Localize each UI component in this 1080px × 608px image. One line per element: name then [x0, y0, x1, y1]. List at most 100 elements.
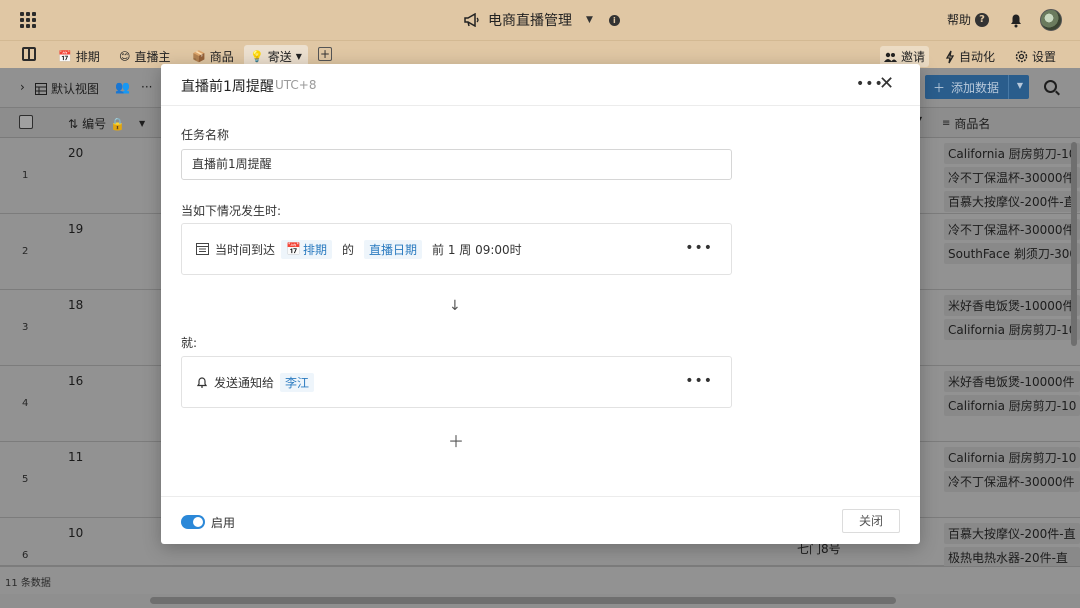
select-all-checkbox[interactable] [19, 115, 33, 129]
product-cell[interactable]: California 厨房剪刀-10 冷不丁保温杯-30000件 百慕大按摩仪-… [944, 143, 1080, 212]
product-chip: 百慕大按摩仪-200件-直 [944, 191, 1080, 212]
app-title-area[interactable]: 电商直播管理 ▼ i [464, 10, 620, 30]
row-index: 5 [22, 474, 29, 485]
more-options-icon[interactable]: ••• [685, 240, 713, 256]
top-bar: 电商直播管理 ▼ i 帮助 ? [0, 0, 1080, 40]
horizontal-scrollbar[interactable] [150, 597, 896, 604]
settings-label: 设置 [1031, 50, 1056, 64]
row-index: 6 [22, 550, 29, 561]
product-chip: California 厨房剪刀-10 [944, 143, 1080, 164]
product-cell[interactable]: 百慕大按摩仪-200件-直 极热电热水器-20件-直 [944, 523, 1080, 568]
product-chip: 米好香电饭煲-10000件 [944, 295, 1080, 316]
trigger-table-pill[interactable]: 📅 排期 [281, 239, 332, 259]
automation-dialog: 直播前1周提醒 UTC+8 ••• ✕ 任务名称 直播前1周提醒 当如下情况发生… [161, 64, 920, 544]
user-avatar[interactable] [1040, 9, 1062, 31]
apps-grid-icon[interactable] [20, 12, 36, 28]
close-button[interactable]: 关闭 [842, 509, 900, 533]
view-selector[interactable]: 默认视图 [35, 80, 99, 97]
add-data-button[interactable]: ＋ 添加数据 ▼ [925, 75, 1029, 99]
enable-toggle[interactable] [181, 515, 205, 529]
product-chip: 百慕大按摩仪-200件-直 [944, 523, 1080, 544]
product-cell[interactable]: California 厨房剪刀-10 冷不丁保温杯-30000件 [944, 447, 1080, 492]
dialog-title: 直播前1周提醒 [181, 79, 274, 95]
column-header-number[interactable]: ⇅ 编号 🔒 ▼ [68, 115, 145, 132]
collaborators-icon[interactable]: 👥 [115, 80, 130, 94]
dialog-footer: 启用 关闭 [161, 496, 920, 544]
row-number: 19 [68, 222, 84, 236]
sidebar-toggle-icon[interactable] [22, 47, 36, 61]
megaphone-icon [464, 13, 479, 27]
trigger-card[interactable]: 当时间到达 📅 排期 的 直播日期 前 1 周 09:00时 ••• [181, 223, 732, 275]
chevron-down-icon[interactable]: ▼ [586, 15, 593, 25]
column-label: 商品名 [954, 117, 991, 131]
dialog-header: 直播前1周提醒 UTC+8 ••• ✕ [161, 64, 920, 106]
row-index: 4 [22, 398, 29, 409]
product-chip: SouthFace 剃须刀-300 [944, 243, 1080, 264]
add-tab-button[interactable]: + [318, 47, 332, 61]
tab-label: 商品 [209, 49, 234, 64]
tab-label: 排期 [75, 49, 100, 64]
lock-icon: 🔒 [110, 116, 126, 131]
row-number: 11 [68, 450, 84, 464]
close-icon[interactable]: ✕ [879, 73, 894, 94]
calendar-icon: 📅 [58, 49, 72, 63]
arrow-down-icon: ↓ [449, 298, 461, 314]
action-card[interactable]: 发送通知给 李江 ••• [181, 356, 732, 408]
product-chip: 冷不丁保温杯-30000件 [944, 167, 1080, 188]
column-header-product[interactable]: ≡ 商品名 [942, 115, 990, 132]
add-data-label: 添加数据 [951, 80, 1000, 95]
row-number: 16 [68, 374, 84, 388]
product-chip: 冷不丁保温杯-30000件 [944, 219, 1080, 240]
notification-bell-icon[interactable] [1009, 12, 1023, 28]
help-label: 帮助 [947, 13, 972, 27]
search-icon[interactable] [1044, 80, 1057, 93]
lightning-icon [945, 50, 955, 63]
timezone-label: UTC+8 [275, 78, 317, 92]
action-text: 发送通知给 [214, 375, 275, 390]
info-icon[interactable]: i [608, 14, 620, 26]
settings-button[interactable]: 设置 [1011, 46, 1060, 67]
app-title: 电商直播管理 [488, 13, 572, 29]
question-icon: ? [975, 12, 990, 27]
more-icon[interactable]: ··· [141, 80, 152, 94]
product-cell[interactable]: 冷不丁保温杯-30000件 SouthFace 剃须刀-300 [944, 219, 1080, 264]
chevron-down-icon[interactable]: ▼ [1017, 81, 1023, 90]
product-chip: 冷不丁保温杯-30000件 [944, 471, 1080, 492]
bell-icon [196, 376, 208, 388]
add-step-icon[interactable]: ＋ [448, 428, 464, 452]
automation-label: 自动化 [958, 50, 995, 64]
text-field-icon: ≡ [942, 118, 951, 129]
product-chip: 米好香电饭煲-10000件 [944, 371, 1080, 392]
trigger-field-pill[interactable]: 直播日期 [364, 239, 423, 259]
product-cell[interactable]: 米好香电饭煲-10000件 California 厨房剪刀-10 [944, 295, 1080, 340]
recipient-pill[interactable]: 李江 [280, 372, 315, 392]
expand-icon[interactable]: › [20, 80, 25, 94]
product-cell[interactable]: 米好香电饭煲-10000件 California 厨房剪刀-10 [944, 371, 1080, 416]
users-icon [883, 52, 897, 62]
calendar-grid-icon [196, 243, 209, 255]
tab-label: 直播主 [134, 49, 171, 64]
table-view-icon [35, 82, 47, 95]
product-chip: California 厨房剪刀-10 [944, 447, 1080, 468]
chevron-down-icon[interactable]: ▼ [296, 52, 302, 61]
trigger-table: 排期 [302, 242, 327, 257]
row-index: 1 [22, 170, 29, 181]
trigger-of: 的 [341, 242, 354, 257]
trigger-prefix: 当时间到达 [215, 242, 276, 257]
record-count: 11 条数据 [5, 578, 51, 589]
help-button[interactable]: 帮助 ? [947, 11, 990, 28]
row-number: 20 [68, 146, 84, 160]
row-index: 3 [22, 322, 29, 333]
smiley-icon: 😊 [119, 49, 131, 63]
table-footer: 11 条数据 [0, 566, 1080, 594]
automation-button[interactable]: 自动化 [941, 46, 999, 67]
chevron-down-icon[interactable]: ▼ [139, 119, 145, 128]
invite-label: 邀请 [900, 50, 925, 64]
plus-icon: ＋ [933, 80, 946, 95]
more-options-icon[interactable]: ••• [685, 373, 713, 389]
task-name-input[interactable]: 直播前1周提醒 [181, 149, 732, 180]
view-name: 默认视图 [51, 82, 100, 96]
vertical-scrollbar[interactable] [1071, 142, 1077, 346]
tab-schedule[interactable]: 📅 排期 [52, 45, 106, 67]
action-label: 就: [181, 336, 198, 350]
